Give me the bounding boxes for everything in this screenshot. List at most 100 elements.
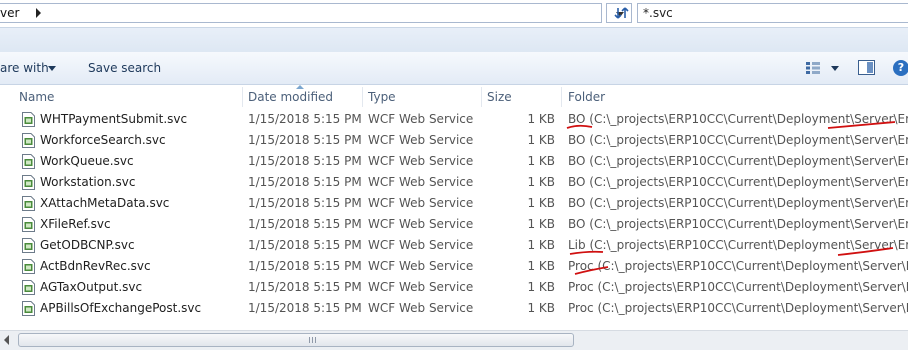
column-divider[interactable]: [242, 87, 243, 107]
file-type: WCF Web Service: [368, 217, 474, 231]
scrollbar-thumb[interactable]: [18, 333, 574, 347]
file-date-modified: 1/15/2018 5:15 PM: [248, 238, 362, 252]
scroll-left-icon[interactable]: [4, 335, 9, 345]
file-name[interactable]: APBillsOfExchangePost.svc: [40, 301, 201, 315]
file-type: WCF Web Service: [368, 301, 474, 315]
file-row[interactable]: ActBdnRevRec.svc 1/15/2018 5:15 PM WCF Web…: [0, 256, 908, 277]
file-folder: BO (C:\_projects\ERP10CC\Current\Deploym…: [568, 133, 908, 147]
address-row: ver *.svc: [0, 0, 908, 27]
file-name[interactable]: Workstation.svc: [40, 175, 135, 189]
file-size: 1 KB: [527, 112, 555, 126]
file-size: 1 KB: [527, 175, 555, 189]
horizontal-scrollbar[interactable]: [0, 330, 908, 350]
preview-pane-icon[interactable]: [858, 60, 875, 75]
svc-file-icon: [22, 154, 35, 169]
file-name[interactable]: ActBdnRevRec.svc: [40, 259, 151, 273]
file-size: 1 KB: [527, 196, 555, 210]
breadcrumb-arrow-icon[interactable]: [36, 8, 41, 18]
file-row[interactable]: XFileRef.svc 1/15/2018 5:15 PM WCF Web Ser…: [0, 214, 908, 235]
file-row[interactable]: AGTaxOutput.svc 1/15/2018 5:15 PM WCF Web …: [0, 277, 908, 298]
file-type: WCF Web Service: [368, 175, 474, 189]
file-folder: Lib (C:\_projects\ERP10CC\Current\Deploy…: [568, 238, 908, 252]
file-name[interactable]: WHTPaymentSubmit.svc: [40, 112, 187, 126]
column-header-folder[interactable]: Folder: [568, 90, 605, 104]
column-header-name[interactable]: Name: [19, 90, 54, 104]
file-type: WCF Web Service: [368, 280, 474, 294]
file-folder: BO (C:\_projects\ERP10CC\Current\Deploym…: [568, 217, 908, 231]
file-date-modified: 1/15/2018 5:15 PM: [248, 154, 362, 168]
view-dropdown-icon[interactable]: [831, 66, 839, 71]
file-row[interactable]: Workstation.svc 1/15/2018 5:15 PM WCF Web …: [0, 172, 908, 193]
svc-file-icon: [22, 280, 35, 295]
refresh-icon[interactable]: [612, 2, 632, 24]
svc-file-icon: [22, 238, 35, 253]
file-name[interactable]: GetODBCNP.svc: [40, 238, 135, 252]
help-icon[interactable]: ?: [893, 60, 908, 76]
file-row[interactable]: GetODBCNP.svc 1/15/2018 5:15 PM WCF Web Se…: [0, 235, 908, 256]
svc-file-icon: [22, 217, 35, 232]
svc-file-icon: [22, 133, 35, 148]
file-folder: Proc (C:\_projects\ERP10CC\Current\Deplo…: [568, 301, 908, 315]
file-name[interactable]: AGTaxOutput.svc: [40, 280, 142, 294]
search-box[interactable]: *.svc: [637, 3, 908, 23]
file-row[interactable]: APBillsOfExchangePost.svc 1/15/2018 5:15 …: [0, 298, 908, 319]
column-divider[interactable]: [362, 87, 363, 107]
address-bar[interactable]: ver: [0, 3, 602, 23]
svc-file-icon: [22, 196, 35, 211]
sort-indicator-icon: [296, 85, 304, 89]
file-row[interactable]: WorkQueue.svc 1/15/2018 5:15 PM WCF Web Se…: [0, 151, 908, 172]
file-date-modified: 1/15/2018 5:15 PM: [248, 196, 362, 210]
file-date-modified: 1/15/2018 5:15 PM: [248, 259, 362, 273]
file-size: 1 KB: [527, 301, 555, 315]
save-search-button[interactable]: Save search: [88, 61, 161, 75]
file-folder: BO (C:\_projects\ERP10CC\Current\Deploym…: [568, 112, 908, 126]
file-date-modified: 1/15/2018 5:15 PM: [248, 217, 362, 231]
file-folder: Proc (C:\_projects\ERP10CC\Current\Deplo…: [568, 280, 908, 294]
file-name[interactable]: WorkforceSearch.svc: [40, 133, 166, 147]
file-name[interactable]: XFileRef.svc: [40, 217, 111, 231]
view-options-icon[interactable]: [806, 62, 820, 74]
column-divider[interactable]: [481, 87, 482, 107]
file-date-modified: 1/15/2018 5:15 PM: [248, 112, 362, 126]
file-size: 1 KB: [527, 259, 555, 273]
svc-file-icon: [22, 259, 35, 274]
file-type: WCF Web Service: [368, 112, 474, 126]
menu-band: [0, 27, 908, 53]
address-path[interactable]: ver: [0, 6, 19, 20]
file-size: 1 KB: [527, 133, 555, 147]
file-folder: BO (C:\_projects\ERP10CC\Current\Deploym…: [568, 175, 908, 189]
file-type: WCF Web Service: [368, 154, 474, 168]
svc-file-icon: [22, 301, 35, 316]
svc-file-icon: [22, 112, 35, 127]
file-size: 1 KB: [527, 238, 555, 252]
file-date-modified: 1/15/2018 5:15 PM: [248, 175, 362, 189]
file-date-modified: 1/15/2018 5:15 PM: [248, 280, 362, 294]
file-folder: BO (C:\_projects\ERP10CC\Current\Deploym…: [568, 196, 908, 210]
file-row[interactable]: XAttachMetaData.svc 1/15/2018 5:15 PM WCF …: [0, 193, 908, 214]
file-row[interactable]: WHTPaymentSubmit.svc 1/15/2018 5:15 PM WCF…: [0, 109, 908, 130]
file-size: 1 KB: [527, 280, 555, 294]
file-folder: BO (C:\_projects\ERP10CC\Current\Deploym…: [568, 154, 908, 168]
file-type: WCF Web Service: [368, 259, 474, 273]
column-header-date[interactable]: Date modified: [248, 90, 333, 104]
file-date-modified: 1/15/2018 5:15 PM: [248, 301, 362, 315]
grip-icon: [309, 337, 317, 343]
file-name[interactable]: XAttachMetaData.svc: [40, 196, 169, 210]
file-type: WCF Web Service: [368, 196, 474, 210]
file-size: 1 KB: [527, 154, 555, 168]
command-bar: are with Save search ?: [0, 52, 908, 85]
file-row[interactable]: WorkforceSearch.svc 1/15/2018 5:15 PM WCF …: [0, 130, 908, 151]
share-with-button[interactable]: are with: [0, 61, 49, 75]
column-header-size[interactable]: Size: [487, 90, 512, 104]
column-divider[interactable]: [561, 87, 562, 107]
column-header-row: Name Date modified Type Size Folder: [0, 85, 908, 109]
file-date-modified: 1/15/2018 5:15 PM: [248, 133, 362, 147]
search-input[interactable]: *.svc: [643, 6, 673, 20]
file-size: 1 KB: [527, 217, 555, 231]
file-folder: Proc (C:\_projects\ERP10CC\Current\Deplo…: [568, 259, 908, 273]
chevron-down-icon[interactable]: [48, 66, 56, 71]
column-header-type[interactable]: Type: [368, 90, 396, 104]
file-name[interactable]: WorkQueue.svc: [40, 154, 134, 168]
file-type: WCF Web Service: [368, 238, 474, 252]
file-type: WCF Web Service: [368, 133, 474, 147]
